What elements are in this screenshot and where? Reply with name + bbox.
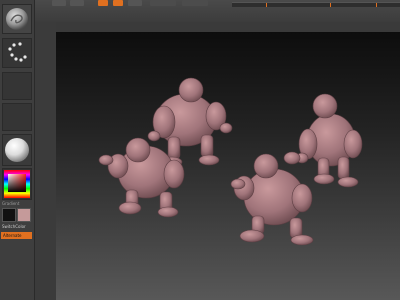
toolbar-button-b[interactable] — [70, 0, 84, 6]
main-color-swatch[interactable] — [2, 208, 16, 222]
material-sphere-icon — [5, 138, 29, 162]
gradient-label[interactable]: Gradient — [2, 201, 19, 206]
secondary-color-swatch[interactable] — [17, 208, 31, 222]
toolbar-button-e[interactable] — [182, 0, 208, 6]
color-picker[interactable] — [2, 168, 32, 200]
toolbar-button-d[interactable] — [150, 0, 176, 6]
draw-mode-button[interactable] — [98, 0, 108, 6]
material-selector[interactable] — [2, 134, 32, 166]
dwarf-figure-front-center[interactable] — [230, 151, 314, 246]
rgb-intensity-slider[interactable] — [232, 2, 400, 7]
switch-color-label[interactable]: SwitchColor — [2, 224, 26, 229]
dots-stroke-icon — [8, 42, 27, 62]
viewport-top-border — [34, 22, 400, 32]
alpha-selector[interactable] — [2, 72, 32, 100]
move-mode-button[interactable] — [113, 0, 123, 6]
top-toolbar — [0, 0, 400, 23]
hue-color-picker-icon — [4, 170, 30, 198]
stroke-selector[interactable] — [2, 38, 32, 68]
brush-selector[interactable] — [2, 4, 32, 34]
slider-marker — [266, 3, 267, 7]
dwarf-models — [98, 77, 363, 246]
texture-selector[interactable] — [2, 103, 32, 131]
slider-marker — [376, 3, 377, 7]
dwarf-figure-right[interactable] — [295, 93, 363, 188]
alternate-button[interactable]: Alternate — [1, 232, 32, 239]
zbrush-window: Gradient SwitchColor Alternate — [0, 0, 400, 300]
brush-icon — [6, 8, 28, 30]
toolbar-button-c[interactable] — [128, 0, 142, 6]
left-shelf: Gradient SwitchColor Alternate — [0, 0, 35, 300]
document-canvas[interactable] — [56, 32, 400, 300]
viewport-left-border — [34, 22, 56, 300]
toolbar-button-a[interactable] — [52, 0, 66, 6]
slider-marker — [330, 3, 331, 7]
